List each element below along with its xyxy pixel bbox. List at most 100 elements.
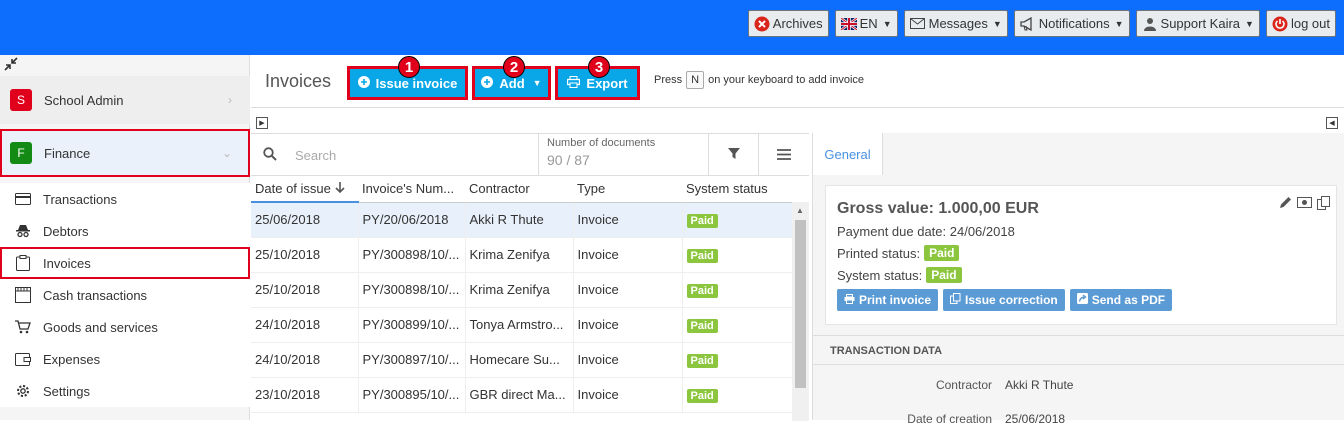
panel-strip: ▶ ◀: [251, 117, 1344, 131]
cell-contractor: Krima Zenifya: [465, 272, 574, 308]
issue-invoice-label: Issue invoice: [375, 75, 458, 91]
scroll-thumb[interactable]: [795, 220, 806, 388]
copy-icon[interactable]: [1317, 196, 1330, 213]
invoice-table: Date of issue Invoice's Num... Contracto…: [251, 176, 793, 413]
invoice-list: Number of documents 90 / 87 Date of issu…: [251, 133, 809, 421]
cell-status: Paid: [682, 202, 793, 238]
cell-contractor: Krima Zenifya: [465, 237, 574, 273]
credit-card-icon: [14, 193, 32, 205]
close-circle-icon: [754, 16, 770, 32]
table-row[interactable]: 24/10/2018 PY/300897/10/... Homecare Su.…: [251, 342, 793, 378]
scroll-up-icon[interactable]: ▲: [796, 206, 804, 215]
creation-date-label: Date of creation: [907, 412, 992, 426]
issue-correction-button[interactable]: Issue correction: [943, 289, 1065, 311]
money-icon[interactable]: [1297, 196, 1312, 213]
cell-contractor: Tonya Armstro...: [465, 307, 574, 343]
table-row[interactable]: 24/10/2018 PY/300899/10/... Tonya Armstr…: [251, 307, 793, 343]
card-buttons: Print invoice Issue correction Send as P…: [837, 289, 1325, 311]
payment-due: Payment due date: 24/06/2018: [837, 224, 1015, 239]
status-badge: Paid: [686, 318, 718, 333]
sidebar-item-invoices[interactable]: Invoices: [0, 247, 250, 279]
gear-icon: [14, 383, 32, 399]
toolbar: Invoices 1 Issue invoice 2 Add ▼ 3 Expor…: [251, 55, 1344, 108]
status-badge: Paid: [924, 245, 960, 261]
send-pdf-button[interactable]: Send as PDF: [1069, 289, 1173, 311]
sidebar-item-transactions[interactable]: Transactions: [0, 183, 250, 215]
collapse-icon[interactable]: [4, 57, 18, 74]
print-invoice-button[interactable]: Print invoice: [837, 289, 939, 311]
column-header-date[interactable]: Date of issue: [251, 176, 358, 203]
list-menu-button[interactable]: [758, 134, 809, 176]
add-dropdown-button[interactable]: 2 Add ▼: [472, 56, 551, 100]
printed-status: Printed status: Paid: [837, 245, 1325, 261]
cell-type: Invoice: [573, 307, 683, 343]
status-badge: Paid: [686, 353, 718, 368]
list-scrollbar[interactable]: ▲: [792, 202, 809, 421]
sidebar-item-goods-and-services[interactable]: Goods and services: [0, 311, 250, 343]
cell-status: Paid: [682, 342, 793, 378]
archives-button[interactable]: Archives: [747, 10, 829, 37]
gross-value: Gross value: 1.000,00 EUR: [837, 200, 1039, 217]
cell-contractor: Homecare Su...: [465, 342, 574, 378]
sidebar: S School Admin › F Finance ⌄ Transaction…: [0, 55, 250, 420]
issue-correction-label: Issue correction: [965, 293, 1058, 307]
sidebar-item-label: Invoices: [43, 255, 91, 271]
module-badge: S: [10, 89, 32, 111]
column-header-status[interactable]: System status: [682, 176, 792, 203]
send-pdf-label: Send as PDF: [1091, 293, 1166, 307]
column-header-type[interactable]: Type: [573, 176, 682, 203]
creation-date-value: 25/06/2018: [1005, 412, 1066, 426]
table-row[interactable]: 25/06/2018 PY/20/06/2018 Akki R Thute In…: [251, 202, 793, 238]
export-label: Export: [586, 75, 628, 91]
sidebar-item-cash-transactions[interactable]: Cash transactions: [0, 279, 250, 311]
column-header-number[interactable]: Invoice's Num...: [358, 176, 465, 203]
module-finance[interactable]: F Finance ⌄: [0, 129, 250, 177]
tab-general[interactable]: General: [813, 133, 883, 175]
clipboard-icon: [14, 255, 32, 271]
document-count-label: Number of documents: [547, 137, 656, 149]
module-badge: F: [10, 142, 32, 164]
notifications-dropdown[interactable]: Notifications ▼: [1013, 10, 1130, 37]
logout-label: log out: [1290, 16, 1330, 31]
user-dropdown[interactable]: Support Kaira ▼: [1135, 10, 1260, 37]
user-icon: [1142, 16, 1158, 32]
sidebar-item-debtors[interactable]: Debtors: [0, 215, 250, 247]
chevron-down-icon: ▼: [1245, 18, 1254, 29]
top-actions: Archives EN ▼ Messages ▼ Notifications ▼: [747, 10, 1336, 37]
column-header-label: Date of issue: [255, 181, 331, 196]
messages-dropdown[interactable]: Messages ▼: [903, 10, 1008, 37]
cell-status: Paid: [682, 272, 793, 308]
keyboard-hint: Press N on your keyboard to add invoice: [654, 71, 864, 89]
table-row[interactable]: 25/10/2018 PY/300898/10/... Krima Zenify…: [251, 272, 793, 308]
sidebar-item-label: Expenses: [43, 351, 101, 367]
cell-number: PY/300899/10/...: [358, 307, 466, 343]
filter-button[interactable]: [708, 134, 758, 176]
sidebar-item-label: Cash transactions: [43, 287, 148, 303]
user-label: Support Kaira: [1160, 16, 1241, 31]
invoice-summary-card: Gross value: 1.000,00 EUR Payment due da…: [825, 185, 1337, 325]
search-input[interactable]: [295, 144, 535, 166]
expand-right-icon[interactable]: ◀: [1326, 117, 1338, 129]
expand-left-icon[interactable]: ▶: [256, 117, 268, 129]
page-title: Invoices: [265, 71, 332, 91]
cell-number: PY/300897/10/...: [358, 342, 466, 378]
sidebar-item-settings[interactable]: Settings: [0, 375, 250, 407]
module-school-admin[interactable]: S School Admin ›: [0, 76, 250, 124]
system-status-label: System status:: [837, 267, 923, 283]
cell-date: 24/10/2018: [251, 342, 359, 378]
logout-button[interactable]: log out: [1265, 10, 1336, 37]
cell-type: Invoice: [573, 377, 683, 413]
issue-invoice-button[interactable]: 1 Issue invoice: [347, 56, 468, 100]
language-dropdown[interactable]: EN ▼: [834, 10, 898, 37]
column-header-contractor[interactable]: Contractor: [465, 176, 573, 203]
table-header-row: Date of issue Invoice's Num... Contracto…: [251, 176, 792, 203]
table-row[interactable]: 23/10/2018 PY/300895/10/... GBR direct M…: [251, 377, 793, 413]
cell-contractor: Akki R Thute: [465, 202, 574, 238]
table-row[interactable]: 25/10/2018 PY/300898/10/... Krima Zenify…: [251, 237, 793, 273]
pencil-icon[interactable]: [1279, 196, 1292, 213]
cell-date: 24/10/2018: [251, 307, 359, 343]
detail-panel: General Gross value: 1.000,00 EUR Paymen…: [812, 133, 1344, 426]
sidebar-item-expenses[interactable]: Expenses: [0, 343, 250, 375]
export-button[interactable]: 3 Export: [555, 56, 640, 100]
megaphone-icon: [1020, 16, 1036, 32]
